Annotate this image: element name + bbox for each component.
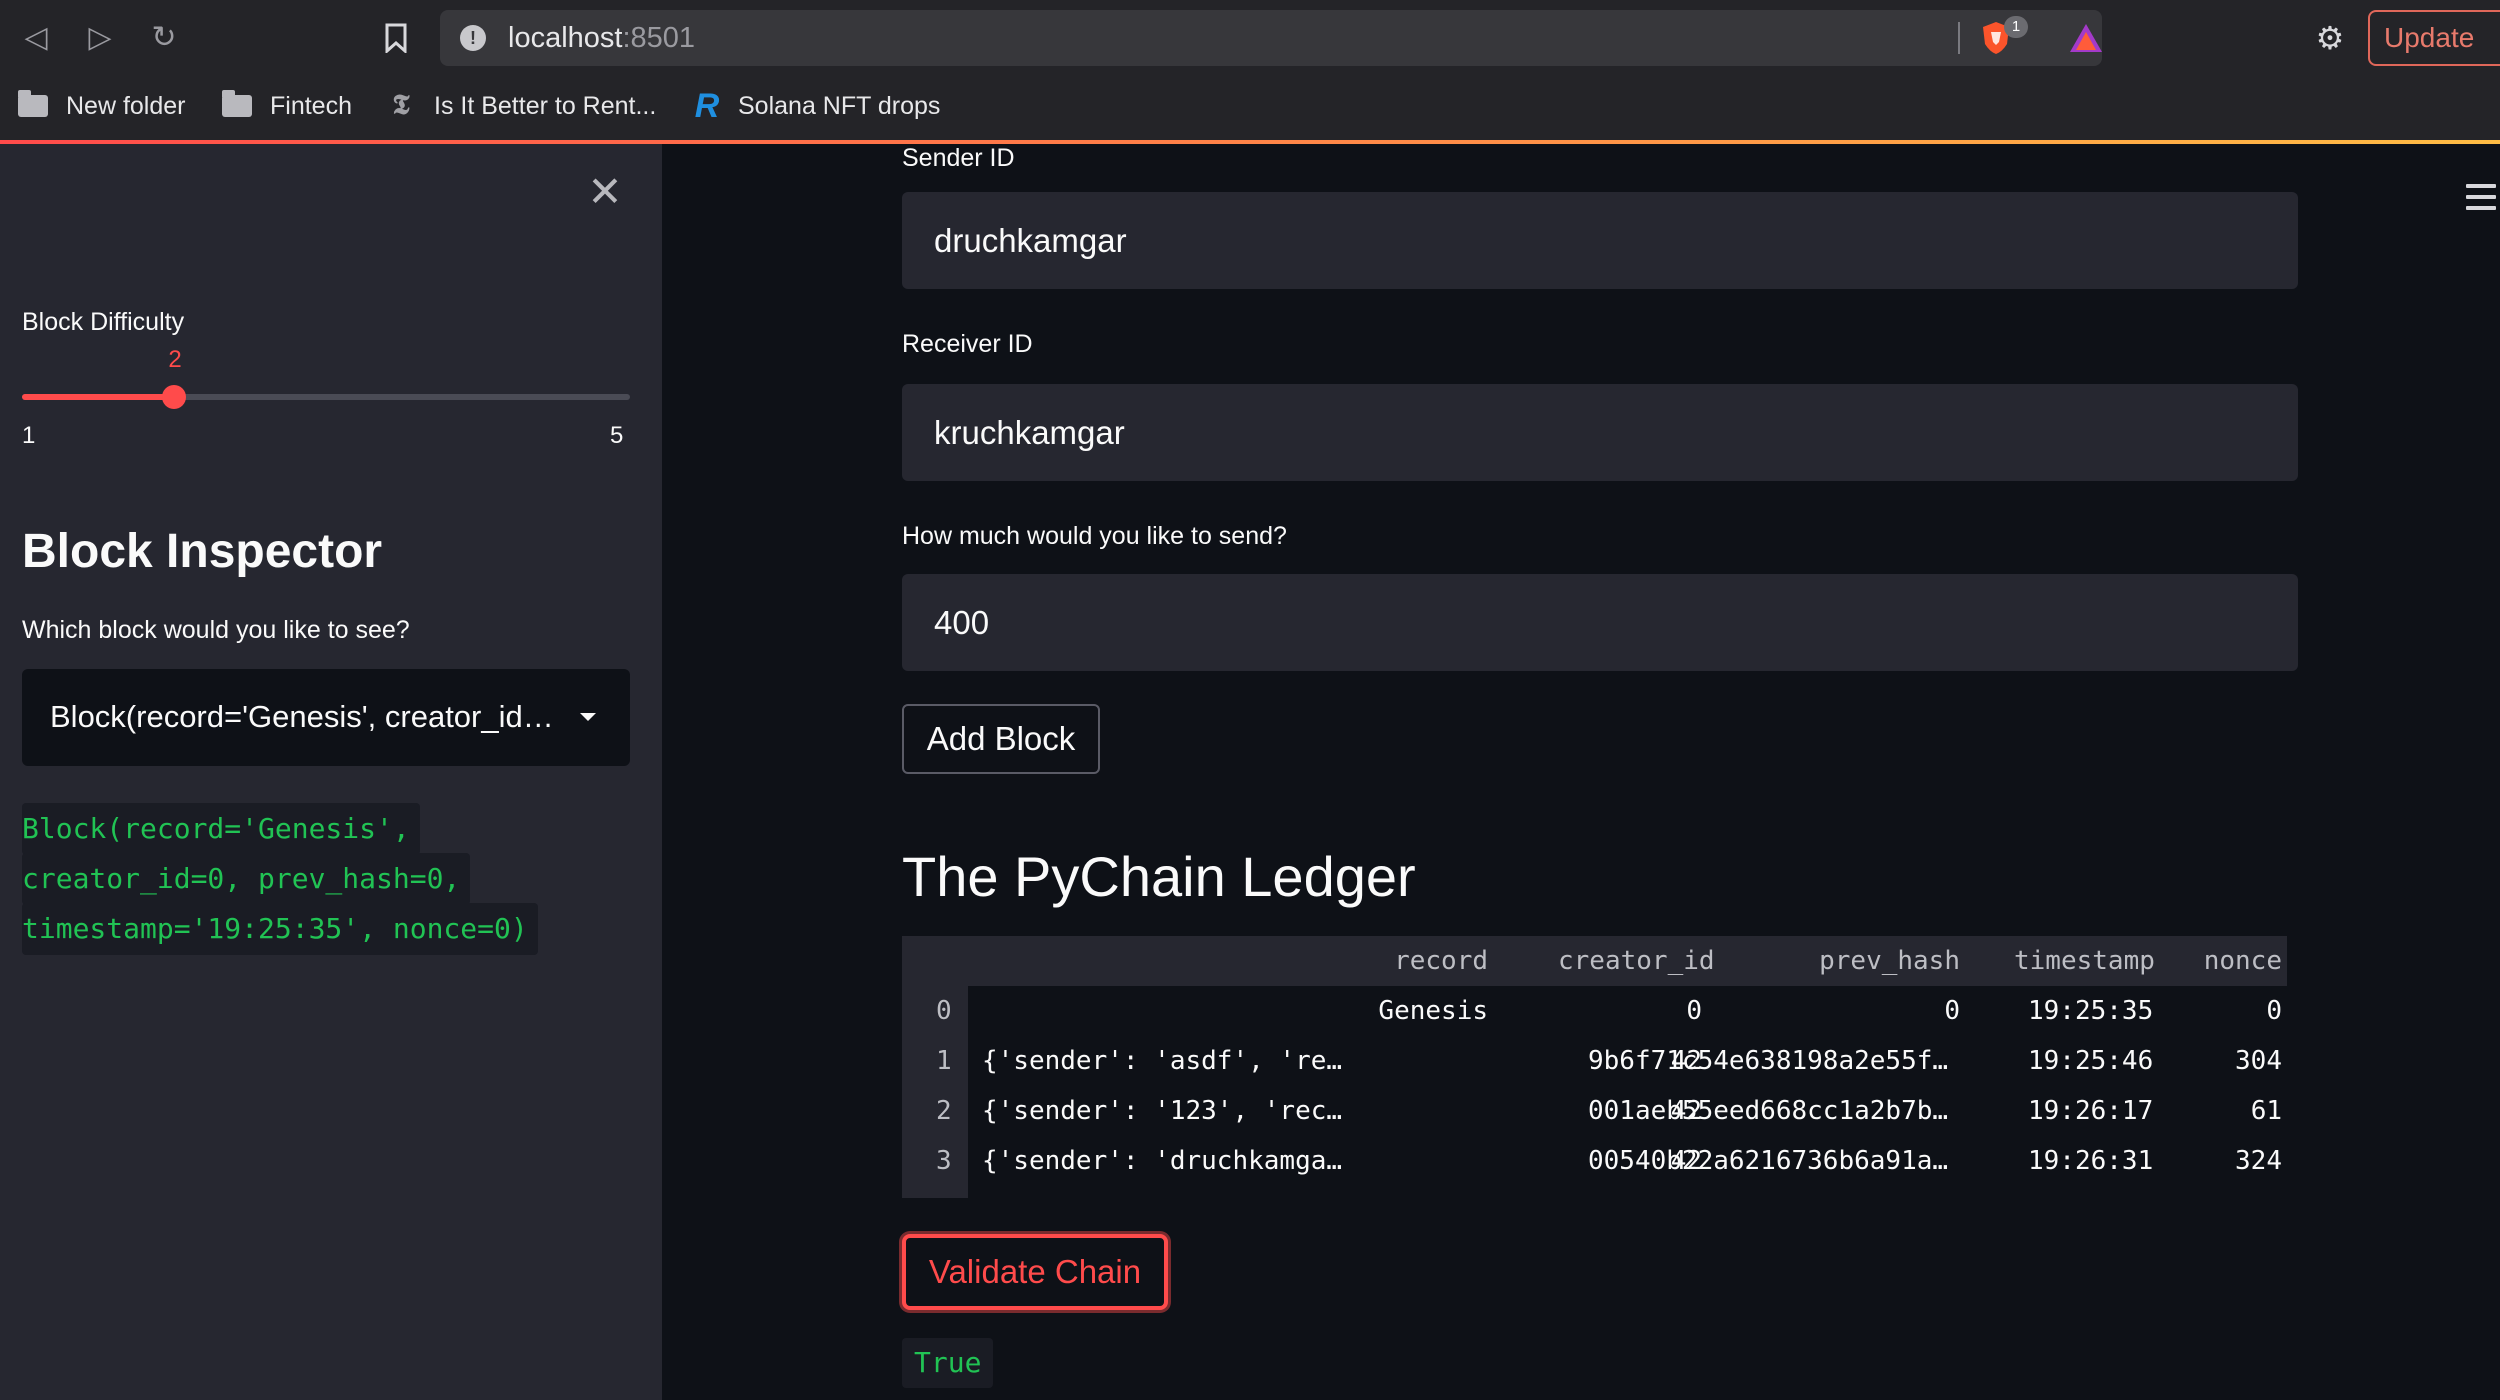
extensions-icon[interactable]: ⚙ bbox=[2310, 18, 2350, 58]
back-icon[interactable]: ◁ bbox=[16, 18, 56, 58]
row-index: 0 bbox=[936, 996, 952, 1026]
bookmark-solana-nft[interactable]: R Solana NFT drops bbox=[690, 86, 941, 126]
sender-label: Sender ID bbox=[902, 144, 1015, 172]
validate-chain-button[interactable]: Validate Chain bbox=[902, 1234, 1168, 1310]
block-inspector-title: Block Inspector bbox=[22, 525, 383, 578]
url-port: :8501 bbox=[622, 22, 696, 54]
browser-chrome: ◁ ▷ ↻ ! localhost:8501 1 ⚙ Update New fo… bbox=[0, 0, 2500, 144]
cell-nonce: 304 bbox=[2235, 1046, 2282, 1076]
column-header: creator_id bbox=[1558, 946, 1715, 976]
slider-max: 5 bbox=[610, 422, 624, 449]
block-select-value: Block(record='Genesis', creator_id=0, pr… bbox=[50, 699, 570, 734]
folder-icon bbox=[18, 90, 48, 117]
block-select-label: Which block would you like to see? bbox=[22, 616, 410, 644]
folder-icon bbox=[222, 90, 252, 117]
url-text[interactable]: localhost:8501 bbox=[508, 22, 695, 55]
bookmark-rent-article[interactable]: 𝕿 Is It Better to Rent... bbox=[388, 86, 656, 126]
validation-result: True bbox=[902, 1338, 994, 1388]
address-bar[interactable]: ! localhost:8501 1 bbox=[440, 10, 2102, 66]
block-output-line: creator_id=0, prev_hash=0, bbox=[22, 853, 471, 905]
cell-prev-hash: 0 bbox=[1944, 996, 1960, 1026]
block-select[interactable]: Block(record='Genesis', creator_id=0, pr… bbox=[22, 669, 630, 766]
add-block-button[interactable]: Add Block bbox=[902, 704, 1100, 774]
cell-timestamp: 19:25:35 bbox=[2028, 996, 2154, 1026]
cell-nonce: 0 bbox=[2266, 996, 2282, 1026]
bookmark-label: Solana NFT drops bbox=[738, 91, 941, 120]
slider-thumb[interactable] bbox=[162, 385, 186, 409]
bookmark-label: Is It Better to Rent... bbox=[434, 91, 657, 120]
site-info-icon[interactable]: ! bbox=[460, 25, 486, 51]
bookmark-icon[interactable] bbox=[376, 18, 416, 58]
cell-timestamp: 19:26:17 bbox=[2028, 1096, 2154, 1126]
cell-record: {'sender': '123', 'rec… bbox=[982, 1096, 1343, 1126]
cell-prev-hash: 001aeb55eed668cc1a2b7b… bbox=[1588, 1096, 1949, 1126]
nyt-icon: 𝕿 bbox=[392, 90, 410, 121]
receiver-input[interactable]: kruchkamgar bbox=[902, 384, 2298, 481]
bookmark-label: New folder bbox=[66, 91, 186, 120]
chevron-down-icon bbox=[580, 713, 596, 721]
cell-record: {'sender': 'druchkamga… bbox=[982, 1146, 1343, 1176]
browser-toolbar: ◁ ▷ ↻ ! localhost:8501 1 ⚙ Update bbox=[0, 0, 2500, 76]
bookmarks-bar: New folder Fintech 𝕿 Is It Better to Rent… bbox=[0, 76, 2500, 142]
main-content: Sender ID druchkamgar Receiver ID kruchk… bbox=[662, 144, 2500, 1400]
row-index: 1 bbox=[936, 1046, 952, 1076]
url-separator bbox=[1958, 22, 1960, 54]
block-output-line: Block(record='Genesis', bbox=[22, 803, 420, 855]
ledger-table[interactable]: record creator_id prev_hash timestamp no… bbox=[902, 936, 2287, 1198]
ledger-title: The PyChain Ledger bbox=[902, 845, 1416, 908]
column-header: timestamp bbox=[2014, 946, 2155, 976]
difficulty-label: Block Difficulty bbox=[22, 308, 185, 336]
sidebar: ✕ Block Difficulty 2 1 5 Block Inspector… bbox=[0, 144, 662, 1400]
cell-prev-hash: 00540b22a6216736b6a91a… bbox=[1588, 1146, 1949, 1176]
menu-icon[interactable] bbox=[2466, 184, 2496, 210]
forward-icon[interactable]: ▷ bbox=[80, 18, 120, 58]
url-host: localhost bbox=[508, 22, 623, 54]
slider-min: 1 bbox=[22, 422, 36, 449]
receiver-label: Receiver ID bbox=[902, 330, 1033, 358]
bookmark-new-folder[interactable]: New folder bbox=[18, 86, 186, 126]
row-index: 2 bbox=[936, 1096, 952, 1126]
amount-label: How much would you like to send? bbox=[902, 522, 1287, 550]
shield-count-badge: 1 bbox=[2004, 16, 2028, 38]
row-index: 3 bbox=[936, 1146, 952, 1176]
brave-rewards-icon[interactable] bbox=[2068, 22, 2104, 54]
block-output-line: timestamp='19:25:35', nonce=0) bbox=[22, 903, 538, 955]
amount-input[interactable]: 400 bbox=[902, 574, 2298, 671]
bookmark-fintech[interactable]: Fintech bbox=[222, 86, 352, 126]
cell-timestamp: 19:26:31 bbox=[2028, 1146, 2154, 1176]
column-header: nonce bbox=[2203, 946, 2282, 976]
difficulty-slider[interactable] bbox=[22, 385, 630, 409]
update-button[interactable]: Update bbox=[2368, 10, 2500, 66]
r-icon: R bbox=[694, 86, 720, 125]
cell-record: Genesis bbox=[1378, 996, 1488, 1026]
cell-nonce: 61 bbox=[2250, 1096, 2282, 1126]
cell-nonce: 324 bbox=[2235, 1146, 2282, 1176]
slider-value: 2 bbox=[168, 346, 182, 373]
cell-timestamp: 19:25:46 bbox=[2028, 1046, 2154, 1076]
column-header: record bbox=[1394, 946, 1488, 976]
cell-record: {'sender': 'asdf', 're… bbox=[982, 1046, 1343, 1076]
close-icon[interactable]: ✕ bbox=[585, 171, 625, 213]
reload-icon[interactable]: ↻ bbox=[144, 18, 184, 58]
cell-creator-id: 0 bbox=[1686, 996, 1702, 1026]
cell-prev-hash: 9b6f71c54e638198a2e55f… bbox=[1588, 1046, 1949, 1076]
slider-fill bbox=[22, 394, 174, 400]
column-header: prev_hash bbox=[1819, 946, 1960, 976]
bookmark-label: Fintech bbox=[270, 91, 352, 120]
sender-input[interactable]: druchkamgar bbox=[902, 192, 2298, 289]
